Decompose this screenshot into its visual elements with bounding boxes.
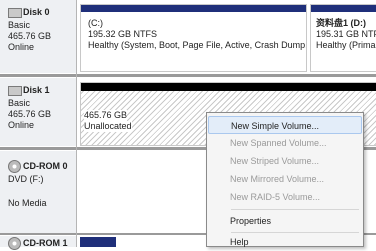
partition-c-status: Healthy (System, Boot, Page File, Active… (88, 40, 306, 50)
context-menu: New Simple Volume... New Spanned Volume.… (206, 112, 364, 247)
menu-new-simple-volume[interactable]: New Simple Volume... (208, 116, 362, 134)
disk-icon (8, 85, 22, 96)
row-divider (0, 74, 376, 77)
menu-new-striped-volume[interactable]: New Striped Volume... (208, 152, 362, 170)
partition-c[interactable]: (C:) 195.32 GB NTFS Healthy (System, Boo… (80, 4, 307, 72)
unallocated-label: Unallocated (84, 121, 132, 132)
disk0-name: Disk 0 (8, 7, 50, 18)
cdrom0-type: DVD (F:) (8, 174, 44, 184)
cdrom0-status: No Media (8, 198, 47, 208)
cdrom1-name: CD-ROM 1 (8, 237, 68, 250)
partition-d-label: 资料盘1 (D:) (316, 18, 366, 28)
partition-c-label: (C:) (88, 18, 103, 28)
unallocated-size: 465.76 GB (84, 110, 128, 121)
disk1-status: Online (8, 120, 35, 130)
menu-new-raid5-volume[interactable]: New RAID-5 Volume... (208, 188, 362, 206)
partition-d-status: Healthy (Primar (316, 40, 376, 50)
partition-bar (81, 5, 306, 12)
menu-new-mirrored-volume[interactable]: New Mirrored Volume... (208, 170, 362, 188)
disk0-type: Basic (8, 20, 31, 30)
disk0-status: Online (8, 42, 35, 52)
menu-separator (231, 209, 359, 210)
cd-drive-icon (8, 237, 21, 250)
disk1-name: Disk 1 (8, 85, 50, 96)
menu-properties[interactable]: Properties (208, 212, 362, 230)
disk-icon (8, 7, 22, 18)
disk1-size: 465.76 GB (8, 109, 52, 119)
menu-new-spanned-volume[interactable]: New Spanned Volume... (208, 134, 362, 152)
disk0-size: 465.76 GB (8, 31, 52, 41)
cd-drive-icon (8, 160, 21, 173)
menu-help[interactable]: Help (208, 233, 362, 251)
cdrom0-name: CD-ROM 0 (8, 160, 68, 173)
unallocated-bar (81, 83, 376, 91)
partition-d-size: 195.31 GB NTFS (316, 29, 376, 39)
partition-c-size: 195.32 GB NTFS (88, 29, 158, 39)
column-divider (76, 0, 77, 247)
partition-bar (311, 5, 376, 12)
cdrom1-volume-bar[interactable] (80, 237, 116, 247)
partition-d[interactable]: 资料盘1 (D:) 195.31 GB NTFS Healthy (Primar (310, 4, 376, 72)
disk1-type: Basic (8, 98, 31, 108)
